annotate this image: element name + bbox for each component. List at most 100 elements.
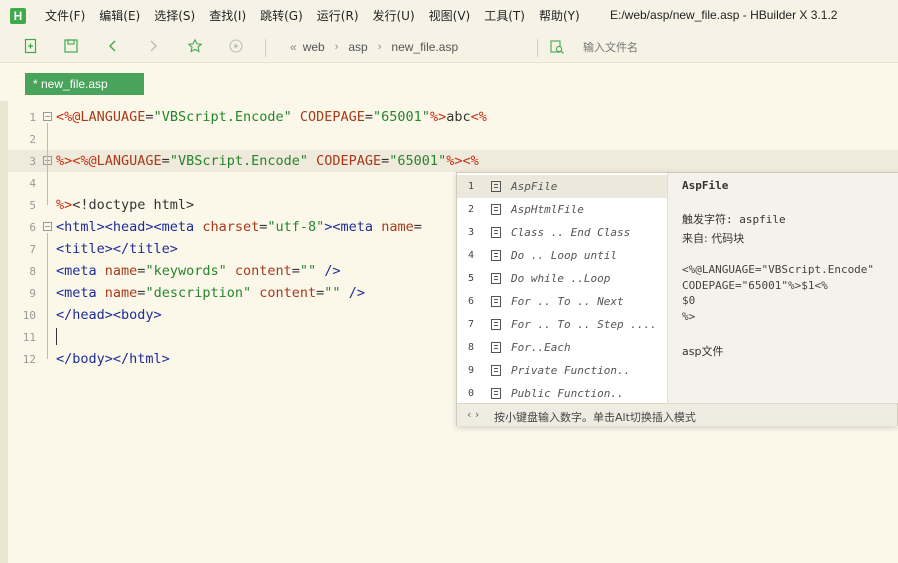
menu-find[interactable]: 查找(I)	[209, 7, 246, 24]
line-number: 10	[22, 309, 36, 322]
fold-toggle-icon[interactable]: −	[43, 112, 52, 121]
snippet-icon	[491, 227, 501, 238]
file-search-icon[interactable]	[549, 39, 565, 55]
autocomplete-item[interactable]: 5 Do while ..Loop	[457, 267, 667, 290]
autocomplete-item[interactable]: 8 For..Each	[457, 336, 667, 359]
snippet-icon	[491, 388, 501, 399]
line-number: 12	[22, 353, 36, 366]
item-label: For .. To .. Next	[511, 295, 624, 308]
item-label: AspHtmlFile	[511, 203, 584, 216]
fold-guide	[47, 233, 48, 359]
menu-goto[interactable]: 跳转(G)	[260, 7, 303, 24]
code-line: 2	[0, 128, 898, 150]
line-number: 8	[29, 265, 36, 278]
new-file-icon[interactable]	[22, 37, 40, 55]
snippet-icon	[491, 273, 501, 284]
line-number: 7	[29, 243, 36, 256]
autocomplete-list: 1 AspFile 2 AspHtmlFile 3 Class .. End C…	[457, 173, 667, 403]
item-label: For..Each	[511, 341, 571, 354]
autocomplete-item[interactable]: 6 For .. To .. Next	[457, 290, 667, 313]
breadcrumb: « web › asp › new_file.asp	[290, 40, 458, 54]
detail-trigger: 触发字符: aspfile	[682, 213, 786, 226]
file-search-input[interactable]	[583, 40, 783, 54]
menu-edit[interactable]: 编辑(E)	[99, 7, 140, 24]
fold-toggle-icon[interactable]: −	[43, 222, 52, 231]
back-icon[interactable]	[104, 37, 122, 55]
menu-select[interactable]: 选择(S)	[154, 7, 195, 24]
item-label: Public Function..	[511, 387, 624, 400]
breadcrumb-back-icon[interactable]: «	[290, 40, 297, 54]
item-label: Class .. End Class	[511, 226, 631, 239]
item-number: 0	[468, 388, 475, 399]
autocomplete-popup: 1 AspFile 2 AspHtmlFile 3 Class .. End C…	[456, 172, 898, 426]
code-text: %><%@LANGUAGE="VBScript.Encode" CODEPAGE…	[56, 153, 479, 169]
chevron-right-icon: ›	[334, 41, 339, 53]
line-number: 9	[29, 287, 36, 300]
menu-help[interactable]: 帮助(Y)	[539, 7, 580, 24]
code-text: <html><head><meta charset="utf-8"><meta …	[56, 219, 422, 235]
line-number: 3	[29, 155, 36, 168]
snippet-icon	[491, 365, 501, 376]
line-number: 6	[29, 221, 36, 234]
item-number: 5	[468, 273, 475, 284]
snippet-icon	[491, 181, 501, 192]
tab-new-file[interactable]: * new_file.asp	[25, 73, 144, 95]
footer-hint: 按小键盘输入数字。单击Alt切换插入模式	[494, 411, 696, 424]
autocomplete-item[interactable]: 2 AspHtmlFile	[457, 198, 667, 221]
snippet-icon	[491, 319, 501, 330]
item-number: 2	[468, 204, 475, 215]
snippet-icon	[491, 342, 501, 353]
toolbar-divider	[537, 39, 538, 57]
autocomplete-item[interactable]: 9 Private Function..	[457, 359, 667, 382]
menu-run[interactable]: 运行(R)	[317, 7, 359, 24]
menu-view[interactable]: 视图(V)	[429, 7, 471, 24]
code-text: <meta name="description" content="" />	[56, 285, 365, 301]
item-label: For .. To .. Step ....	[511, 318, 657, 331]
item-number: 1	[468, 181, 475, 192]
detail-description: asp文件	[682, 345, 724, 358]
detail-snippet: <%@LANGUAGE="VBScript.Encode" CODEPAGE="…	[682, 263, 875, 323]
run-icon[interactable]	[227, 37, 245, 55]
line-number: 2	[29, 133, 36, 146]
line-number: 11	[22, 331, 36, 344]
item-number: 9	[468, 365, 475, 376]
menu-publish[interactable]: 发行(U)	[373, 7, 415, 24]
item-number: 3	[468, 227, 475, 238]
autocomplete-item[interactable]: 3 Class .. End Class	[457, 221, 667, 244]
editor-left-strip	[0, 101, 8, 563]
detail-title: AspFile	[682, 179, 729, 192]
forward-icon[interactable]	[144, 37, 162, 55]
fold-guide	[47, 123, 48, 205]
breadcrumb-item-asp[interactable]: asp	[348, 40, 367, 54]
star-icon[interactable]	[186, 37, 204, 55]
line-number: 5	[29, 199, 36, 212]
item-number: 8	[468, 342, 475, 353]
code-text: <%@LANGUAGE="VBScript.Encode" CODEPAGE="…	[56, 109, 487, 125]
breadcrumb-item-file[interactable]: new_file.asp	[391, 40, 458, 54]
file-search	[549, 39, 783, 55]
snippet-icon	[491, 250, 501, 261]
autocomplete-item[interactable]: 7 For .. To .. Step ....	[457, 313, 667, 336]
item-number: 6	[468, 296, 475, 307]
window-title: E:/web/asp/new_file.asp - HBuilder X 3.1…	[610, 8, 838, 22]
item-label: Do while ..Loop	[511, 272, 611, 285]
code-line-current: 3 − %><%@LANGUAGE="VBScript.Encode" CODE…	[0, 150, 898, 172]
menu-file[interactable]: 文件(F)	[45, 7, 85, 24]
code-text: <title></title>	[56, 241, 178, 257]
code-text: <meta name="keywords" content="" />	[56, 263, 341, 279]
page-arrows-icon[interactable]: ‹ ›	[467, 408, 479, 421]
menu-bar: H 文件(F) 编辑(E) 选择(S) 查找(I) 跳转(G) 运行(R) 发行…	[0, 0, 898, 31]
code-text: %><!doctype html>	[56, 197, 195, 213]
autocomplete-item[interactable]: 4 Do .. Loop until	[457, 244, 667, 267]
autocomplete-footer: ‹ › 按小键盘输入数字。单击Alt切换插入模式	[457, 403, 897, 426]
toolbar: « web › asp › new_file.asp	[0, 31, 898, 63]
menu-tools[interactable]: 工具(T)	[484, 7, 525, 24]
item-number: 4	[468, 250, 475, 261]
code-text: </body></html>	[56, 351, 170, 367]
breadcrumb-item-web[interactable]: web	[303, 40, 325, 54]
autocomplete-item[interactable]: 1 AspFile	[457, 175, 667, 198]
detail-source: 来自: 代码块	[682, 232, 745, 245]
autocomplete-item[interactable]: 0 Public Function..	[457, 382, 667, 405]
code-line: 1 − <%@LANGUAGE="VBScript.Encode" CODEPA…	[0, 106, 898, 128]
save-icon[interactable]	[62, 37, 80, 55]
